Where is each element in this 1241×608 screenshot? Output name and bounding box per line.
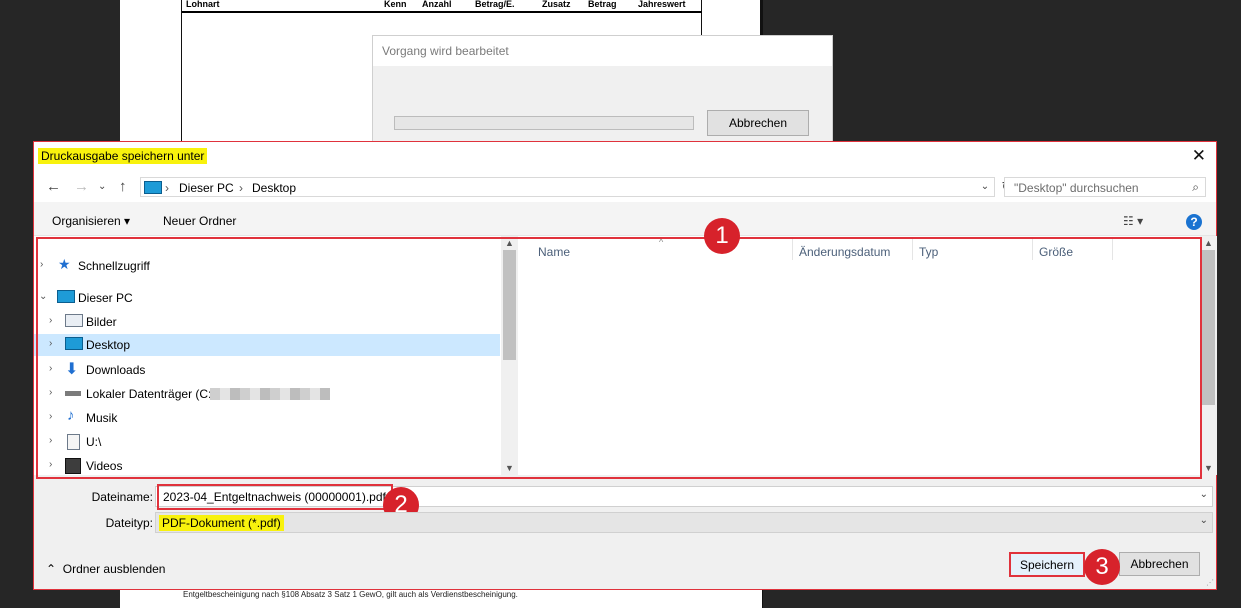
dialog-title: Druckausgabe speichern unter xyxy=(38,148,208,164)
address-dropdown-icon[interactable]: ⌄ xyxy=(975,178,995,196)
doc-col: Zusatz xyxy=(542,0,571,9)
save-button[interactable]: Speichern xyxy=(1009,552,1085,577)
doc-table-header: Lohnart Kenn Anzahl Betrag/E. Zusatz Bet… xyxy=(182,0,702,13)
up-arrow-icon[interactable]: ↑ xyxy=(119,178,127,195)
help-icon[interactable]: ? xyxy=(1186,214,1202,230)
search-icon: ⌕ xyxy=(1192,180,1199,194)
chevron-down-icon[interactable]: ⌄ xyxy=(1200,515,1208,526)
new-folder-button[interactable]: Neuer Ordner xyxy=(163,214,236,228)
filetype-label: Dateityp: xyxy=(105,516,153,530)
hide-folders-label: Ordner ausblenden xyxy=(62,562,166,576)
filetype-select[interactable]: PDF-Dokument (*.pdf) ⌄ xyxy=(155,512,1213,533)
filetype-value: PDF-Dokument (*.pdf) xyxy=(159,515,284,531)
progress-bar xyxy=(394,116,694,130)
filetype-value-wrap: PDF-Dokument (*.pdf) xyxy=(159,515,284,531)
doc-footer-text: Entgeltbescheinigung nach §108 Absatz 3 … xyxy=(183,590,518,599)
doc-col: Anzahl xyxy=(422,0,452,9)
doc-col: Betrag xyxy=(588,0,617,9)
progress-window: Vorgang wird bearbeitet Abbrechen xyxy=(372,35,833,157)
breadcrumb-dieser-pc[interactable]: Dieser PC xyxy=(179,181,234,195)
organize-menu[interactable]: Organisieren ▾ xyxy=(52,214,130,228)
progress-cancel-button[interactable]: Abbrechen xyxy=(707,110,809,136)
annotation-badge-1: 1 xyxy=(704,218,740,254)
search-placeholder: "Desktop" durchsuchen xyxy=(1014,181,1139,195)
file-list-scrollbar[interactable]: ▲ ▼ xyxy=(1200,236,1217,475)
back-arrow-icon[interactable]: ← xyxy=(46,178,61,195)
computer-icon xyxy=(144,181,162,194)
breadcrumb-desktop[interactable]: Desktop xyxy=(252,181,296,195)
breadcrumb-separator-icon: › xyxy=(165,181,169,195)
recent-chevron-icon[interactable]: ⌄ xyxy=(98,181,106,192)
doc-col: Kenn xyxy=(384,0,407,9)
chevron-down-icon[interactable]: ⌄ xyxy=(1200,489,1208,500)
scroll-down-icon[interactable]: ▼ xyxy=(1200,463,1217,473)
doc-col: Betrag/E. xyxy=(475,0,515,9)
command-bar: Organisieren ▾ Neuer Ordner ☷ ▾ ? xyxy=(34,202,1216,236)
annotation-frame-1 xyxy=(36,237,1202,479)
scroll-up-icon[interactable]: ▲ xyxy=(1200,238,1217,248)
view-options-icon[interactable]: ☷ ▾ xyxy=(1123,214,1143,228)
hide-folders-toggle[interactable]: ⌃ Ordner ausblenden xyxy=(46,562,165,576)
progress-title: Vorgang wird bearbeitet xyxy=(382,44,509,58)
filename-label: Dateiname: xyxy=(91,490,153,504)
chevron-up-icon: ⌃ xyxy=(46,562,57,576)
cancel-button[interactable]: Abbrechen xyxy=(1119,552,1200,576)
close-icon[interactable]: ✕ xyxy=(1192,146,1206,166)
resize-grip-icon[interactable]: ⋰ xyxy=(1206,578,1214,587)
annotation-frame-2 xyxy=(157,484,393,510)
address-bar[interactable]: › Dieser PC › Desktop ⌄ xyxy=(140,177,995,197)
doc-col: Jahreswert xyxy=(638,0,686,9)
search-input[interactable]: "Desktop" durchsuchen ⌕ xyxy=(1004,177,1206,197)
forward-arrow-icon[interactable]: → xyxy=(74,178,89,195)
dialog-titlebar: Druckausgabe speichern unter ✕ xyxy=(34,142,1216,172)
navigation-bar: ← → ⌄ ↑ › Dieser PC › Desktop ⌄ ↻ "Deskt… xyxy=(34,172,1216,202)
save-dialog: Druckausgabe speichern unter ✕ ← → ⌄ ↑ ›… xyxy=(33,141,1217,590)
breadcrumb-separator-icon: › xyxy=(239,181,243,195)
scrollbar-thumb[interactable] xyxy=(1202,250,1215,405)
annotation-badge-3: 3 xyxy=(1084,549,1120,585)
doc-col: Lohnart xyxy=(186,0,220,9)
